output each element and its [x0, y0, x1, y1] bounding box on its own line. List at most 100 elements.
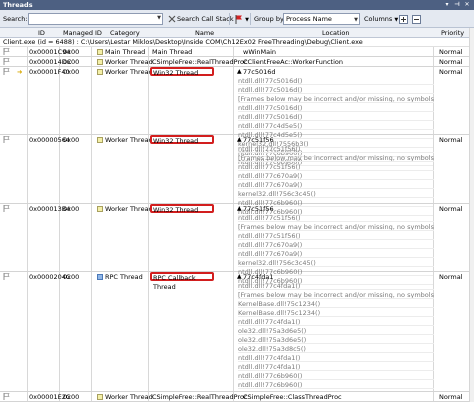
call-stack-frame[interactable]: ntdll.dll!77c6b960(): [238, 372, 434, 380]
column-divider: [433, 47, 434, 56]
thread-flag-icon[interactable]: [3, 68, 10, 77]
column-divider: [433, 392, 434, 401]
thread-row[interactable]: 0x00001C94 0x00 Main Thread Main Thread wWin…: [0, 47, 474, 57]
search-call-stack-label: Search Call Stack: [177, 15, 234, 23]
thread-row[interactable]: 0x0000204C 0x00 RPC Thread RPC Callback Thr…: [0, 272, 474, 392]
call-stack-frame[interactable]: ntdll.dll!77c6b960(): [238, 381, 434, 389]
call-stack-frame[interactable]: ntdll.dll!77c51f56(): [238, 163, 434, 171]
group-by-dropdown-icon[interactable]: ▼: [354, 15, 358, 25]
call-stack-frame[interactable]: ole32.dll!75a3d6e5(): [238, 336, 434, 344]
toolbar: Search: ▼ Search Call Stack ▼ Group by: …: [0, 10, 474, 28]
thread-flag-icon[interactable]: [3, 273, 10, 282]
close-icon[interactable]: ✕: [463, 1, 471, 9]
call-stack-frame[interactable]: [Frames below may be incorrect and/or mi…: [238, 154, 434, 162]
thread-category-label: Main Thread: [105, 48, 146, 56]
call-stack-frame[interactable]: ntdll.dll!77c4fda1(): [238, 282, 434, 290]
pin-icon[interactable]: ⊣: [453, 1, 461, 9]
call-stack-frame[interactable]: kernel32.dll!756c3c45(): [238, 259, 434, 267]
call-stack-frame[interactable]: ntdll.dll!77c4d5e5(): [238, 122, 434, 130]
thread-flag-icon[interactable]: [3, 393, 10, 402]
thread-name-highlighted: RPC Callback Thread: [150, 272, 214, 291]
worker-thread-icon: [97, 59, 103, 65]
stack-expand-icon[interactable]: ▲: [237, 136, 242, 143]
column-header-location[interactable]: Location: [322, 29, 350, 37]
column-header-id[interactable]: ID: [38, 29, 45, 37]
stack-expand-icon[interactable]: ▲: [237, 205, 242, 212]
call-stack-frame[interactable]: ole32.dll!75a3d6e5(): [238, 327, 434, 335]
thread-category: RPC Thread: [97, 273, 143, 281]
column-header-priority[interactable]: Priority: [441, 29, 464, 37]
call-stack-frame[interactable]: [Frames below may be incorrect and/or mi…: [238, 223, 434, 231]
call-stack-frame[interactable]: [Frames below may be incorrect and/or mi…: [238, 291, 434, 299]
worker-thread-icon: [97, 394, 103, 400]
thread-name: Main Thread: [152, 48, 193, 56]
call-stack-frame[interactable]: ntdll.dll!77c4fda1(): [238, 318, 434, 326]
thread-row[interactable]: 0x00000564 0x00 Worker Thread Win32 Thread ▲…: [0, 135, 474, 216]
call-stack-frame[interactable]: ntdll.dll!77c5016d(): [238, 86, 434, 94]
group-by-select[interactable]: Process Name ▼: [283, 13, 360, 25]
call-stack-frame[interactable]: ntdll.dll!77c5016d(): [238, 113, 434, 121]
dropdown-icon[interactable]: ▾: [443, 1, 451, 9]
column-divider: [27, 47, 28, 56]
thread-flag-icon[interactable]: [3, 58, 10, 67]
call-stack-frame[interactable]: KernelBase.dll!75c1234(): [238, 309, 434, 317]
toolbar-separator: [250, 13, 251, 25]
columns-button[interactable]: Columns ▼: [362, 13, 400, 25]
call-stack-frame[interactable]: ntdll.dll!77c51f56(): [238, 145, 434, 153]
search-call-stack-button[interactable]: Search Call Stack: [175, 13, 236, 25]
column-divider: [91, 204, 92, 271]
flag-filter-button[interactable]: ▼: [233, 13, 251, 25]
vertical-scrollbar[interactable]: [469, 28, 474, 402]
column-header-category[interactable]: Category: [110, 29, 140, 37]
thread-location: 77c5016d: [243, 68, 276, 76]
thread-location: wWinMain: [243, 48, 277, 56]
search-input[interactable]: ▼: [28, 13, 163, 25]
call-stack-frame[interactable]: ntdll.dll!77c670a9(): [238, 241, 434, 249]
column-header-managed-id[interactable]: Managed ID: [63, 29, 102, 37]
column-divider: [233, 135, 234, 203]
call-stack-frame[interactable]: ntdll.dll!77c5016d(): [238, 104, 434, 112]
column-divider: [233, 204, 234, 271]
call-stack-frame[interactable]: ntdll.dll!77c51f56(): [238, 232, 434, 240]
thread-location: 77c51f56: [243, 136, 274, 144]
column-header-name[interactable]: Name: [195, 29, 214, 37]
group-by-label: Group by:: [254, 15, 286, 23]
call-stack-frame[interactable]: ntdll.dll!77c4fda1(): [238, 363, 434, 371]
thread-managed-id: 0x00: [63, 136, 80, 144]
call-stack-frame[interactable]: ntdll.dll!77c5016d(): [238, 77, 434, 85]
call-stack-frame[interactable]: [Frames below may be incorrect and/or mi…: [238, 95, 434, 103]
process-group-row[interactable]: Client.exe (id = 6488) : C:\Users\Lestar…: [0, 38, 474, 47]
thread-priority: Normal: [439, 205, 463, 213]
thread-row[interactable]: 0x00001E2C 0x00 Worker Thread CSimpleFree::…: [0, 392, 474, 402]
stack-expand-icon[interactable]: ▲: [237, 68, 242, 75]
call-stack-frame[interactable]: kernel32.dll!756c3c45(): [238, 190, 434, 198]
thread-row[interactable]: ➜ 0x00001F40 0x00 Worker Thread Win32 Thread…: [0, 67, 474, 166]
thread-flag-icon[interactable]: [3, 136, 10, 145]
worker-thread-icon: [97, 49, 103, 55]
thread-row[interactable]: 0x000013B4 0x00 Worker Thread Win32 Thread ▲…: [0, 204, 474, 285]
search-dropdown-icon[interactable]: ▼: [157, 15, 161, 21]
call-stack-frame[interactable]: ntdll.dll!77c51f56(): [238, 214, 434, 222]
thread-category: Worker Thread: [97, 136, 153, 144]
collapse-groups-button[interactable]: [410, 13, 423, 25]
flag-dropdown-icon[interactable]: ▼: [245, 17, 249, 23]
thread-location: CClientFreeAc::WorkerFunction: [243, 58, 343, 66]
call-stack-frame[interactable]: ntdll.dll!77c4fda1(): [238, 354, 434, 362]
column-divider: [91, 67, 92, 134]
expand-groups-button[interactable]: [397, 13, 410, 25]
column-divider: [59, 204, 60, 271]
thread-name: CSimpleFree::RealThreadProc: [152, 393, 248, 401]
call-stack-frame[interactable]: ntdll.dll!77c670a9(): [238, 172, 434, 180]
thread-row[interactable]: 0x000014DC 0x00 Worker Thread CSimpleFree::…: [0, 57, 474, 67]
column-divider: [59, 272, 60, 391]
call-stack-frame[interactable]: KernelBase.dll!75c1234(): [238, 300, 434, 308]
stack-expand-icon[interactable]: ▲: [237, 273, 242, 280]
thread-flag-icon[interactable]: [3, 205, 10, 214]
thread-location: CSimpleFree::ClassThreadProc: [243, 393, 342, 401]
thread-category-label: Worker Thread: [105, 68, 153, 76]
call-stack-frame[interactable]: ole32.dll!75a3d8c5(): [238, 345, 434, 353]
column-divider: [148, 67, 149, 134]
thread-flag-icon[interactable]: [3, 48, 10, 57]
call-stack-frame[interactable]: ntdll.dll!77c670a9(): [238, 181, 434, 189]
call-stack-frame[interactable]: ntdll.dll!77c670a9(): [238, 250, 434, 258]
